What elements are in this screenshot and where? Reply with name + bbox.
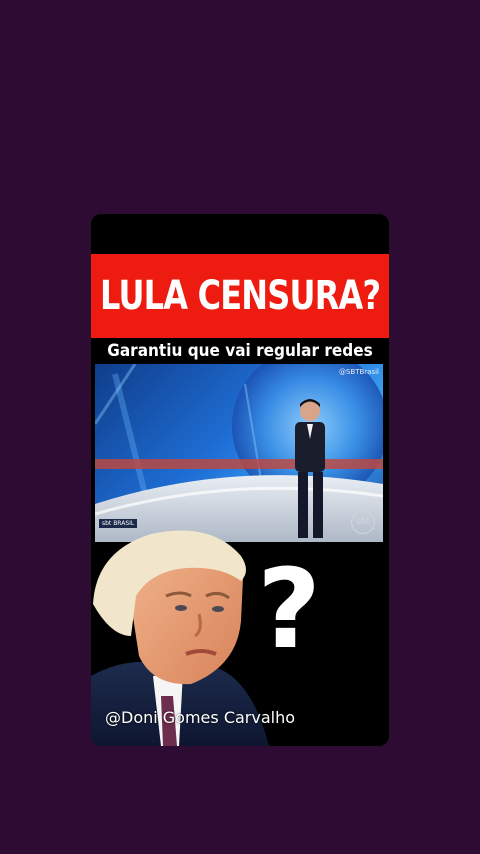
headline-banner: LULA CENSURA? <box>91 254 389 338</box>
headline-text: LULA CENSURA? <box>99 273 381 319</box>
post-card[interactable]: LULA CENSURA? Garantiu que vai regular r… <box>91 214 389 746</box>
studio-scene <box>95 364 383 542</box>
author-watermark: @Doni Gomes Carvalho <box>105 708 296 727</box>
sbt-watermark: sbt <box>351 510 375 534</box>
subtitle-text: Garantiu que vai regular redes <box>107 341 373 361</box>
news-studio-image: @SBTBrasil sbt BRASIL sbt <box>95 364 383 542</box>
channel-handle: @SBTBrasil <box>338 368 379 376</box>
question-mark-graphic: ? <box>257 545 321 673</box>
